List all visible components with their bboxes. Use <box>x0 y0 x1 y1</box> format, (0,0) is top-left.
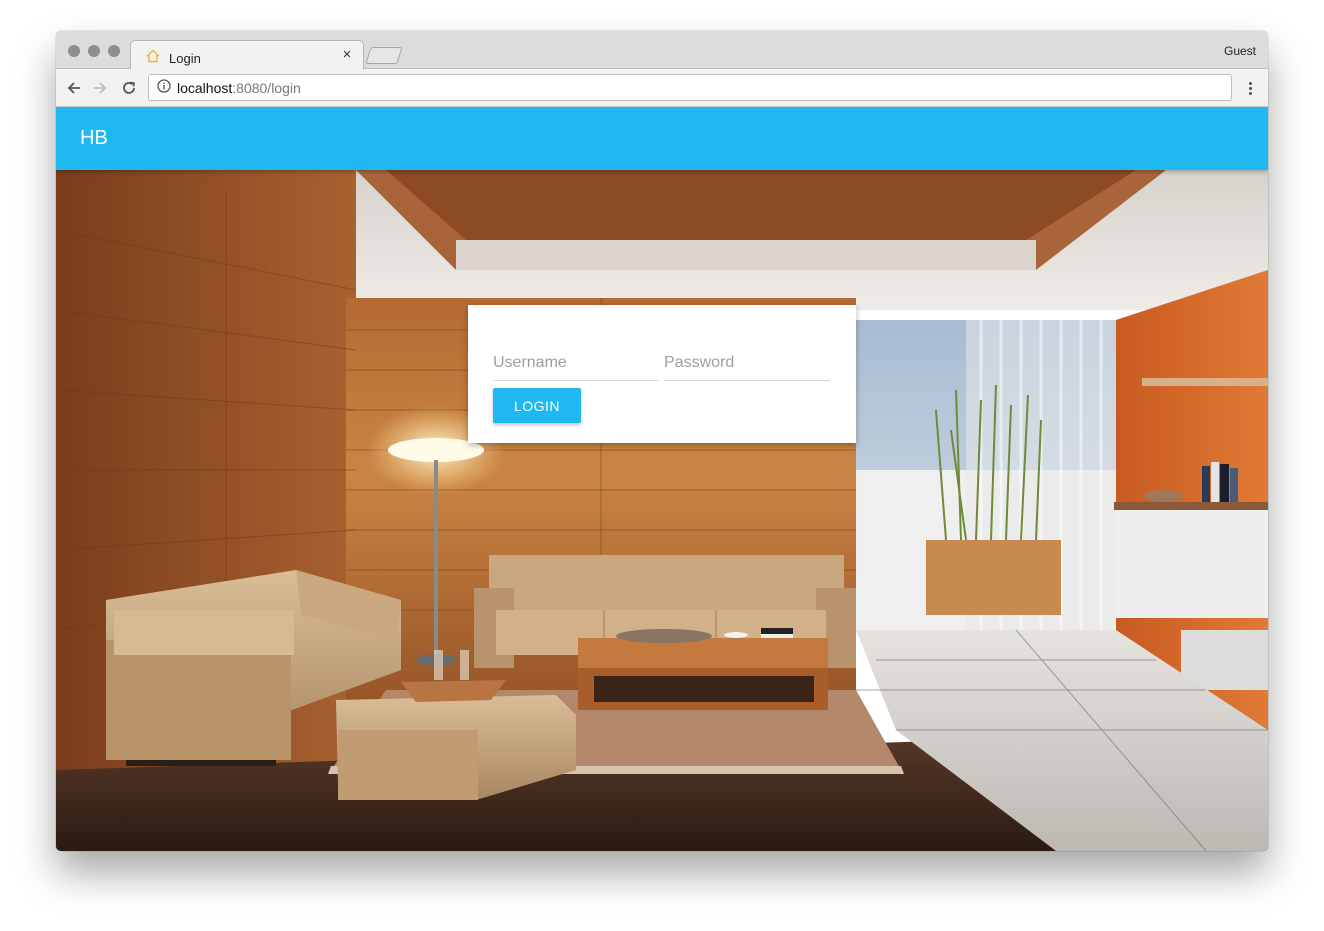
home-favicon-icon <box>145 48 161 69</box>
login-button[interactable]: LOGIN <box>493 388 581 423</box>
browser-window: Login × Guest localhost:8080/login HB Us… <box>56 31 1268 851</box>
reload-icon[interactable] <box>118 77 140 99</box>
username-input[interactable] <box>493 349 659 377</box>
info-icon[interactable] <box>157 79 171 96</box>
tab-login[interactable]: Login × <box>130 40 364 70</box>
password-input[interactable] <box>664 349 830 377</box>
url-host: localhost <box>177 79 233 96</box>
background-image: LOGIN <box>56 170 1268 851</box>
address-bar[interactable]: localhost:8080/login <box>148 74 1232 101</box>
browser-toolbar: localhost:8080/login <box>56 69 1268 107</box>
tab-bar: Login × Guest <box>56 31 1268 70</box>
app-header: HB <box>56 107 1268 170</box>
username-field[interactable] <box>493 349 659 381</box>
close-window-button[interactable] <box>68 45 80 57</box>
forward-arrow-icon[interactable] <box>89 77 111 99</box>
browser-menu-icon[interactable] <box>1240 78 1260 98</box>
brand-logo[interactable]: HB <box>80 127 108 150</box>
maximize-window-button[interactable] <box>108 45 120 57</box>
tab-title: Login <box>169 51 201 66</box>
tab-close-icon[interactable]: × <box>339 46 355 64</box>
minimize-window-button[interactable] <box>88 45 100 57</box>
new-tab-button[interactable] <box>365 47 403 64</box>
back-arrow-icon[interactable] <box>63 77 85 99</box>
login-card: LOGIN <box>468 305 856 443</box>
password-field[interactable] <box>664 349 830 381</box>
url-path: :8080/login <box>232 79 301 96</box>
profile-label[interactable]: Guest <box>1224 44 1256 58</box>
